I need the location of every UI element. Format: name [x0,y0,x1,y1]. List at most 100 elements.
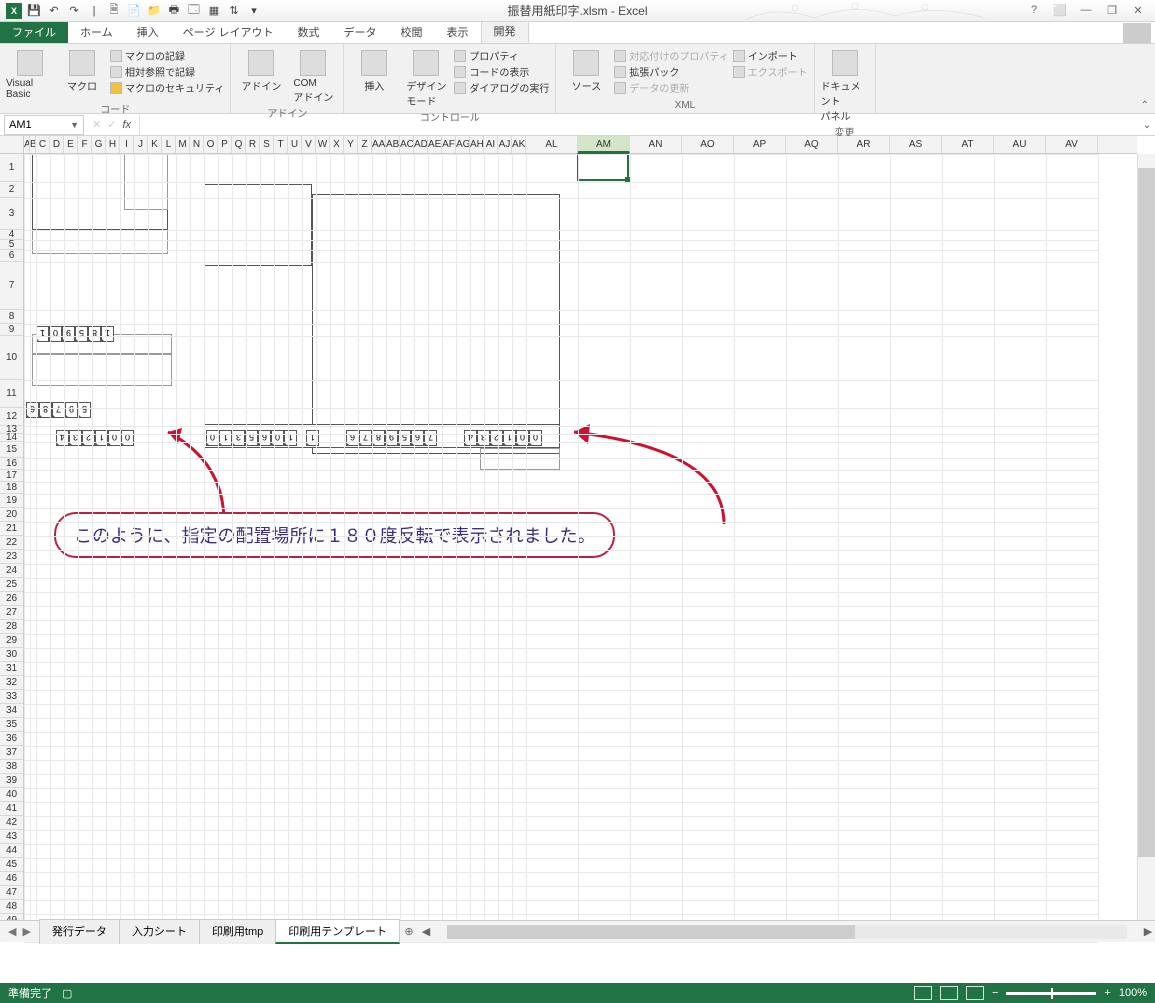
col-header[interactable]: AC [400,136,414,153]
row-header[interactable]: 15 [0,442,23,458]
col-header[interactable]: AD [414,136,428,153]
row-header[interactable]: 38 [0,760,23,774]
col-header[interactable]: N [190,136,204,153]
map-properties-button[interactable]: 対応付けのプロパティ [614,48,728,63]
row-header[interactable]: 2 [0,182,23,198]
col-header[interactable]: Q [232,136,246,153]
user-avatar[interactable] [1123,23,1151,43]
tab-data[interactable]: データ [332,21,389,43]
row-header[interactable]: 41 [0,802,23,816]
zoom-in-button[interactable]: + [1104,987,1110,999]
export-button[interactable]: エクスポート [733,64,808,79]
expand-formula-icon[interactable]: ⌄ [1139,118,1155,131]
col-header[interactable]: AN [630,136,682,153]
visual-basic-button[interactable]: Visual Basic [6,46,54,100]
row-header[interactable]: 42 [0,816,23,830]
row-header[interactable]: 16 [0,458,23,470]
insert-control-button[interactable]: 挿入 [350,46,398,93]
row-header[interactable]: 45 [0,858,23,872]
row-header[interactable]: 10 [0,336,23,380]
macros-button[interactable]: マクロ [58,46,106,93]
active-cell[interactable] [577,153,629,181]
new-icon[interactable]: 🗎 [106,3,122,19]
col-header[interactable]: AL [526,136,578,153]
col-header[interactable]: E [64,136,78,153]
row-header[interactable]: 44 [0,844,23,858]
col-header[interactable]: K [148,136,162,153]
chevron-down-icon[interactable]: ▼ [70,120,79,130]
row-header[interactable]: 40 [0,788,23,802]
row-header[interactable]: 37 [0,746,23,760]
col-header[interactable]: AF [442,136,456,153]
row-header[interactable]: 30 [0,648,23,662]
page-break-view-button[interactable] [966,986,984,1000]
refresh-data-button[interactable]: データの更新 [614,80,728,95]
sheet-tab[interactable]: 印刷用テンプレート [275,919,400,944]
col-header[interactable]: AR [838,136,890,153]
col-header[interactable]: C [36,136,50,153]
select-all-corner[interactable] [0,136,24,154]
col-header[interactable]: AQ [786,136,838,153]
row-header[interactable]: 39 [0,774,23,788]
properties-button[interactable]: プロパティ [454,48,549,63]
preview-icon[interactable]: 🗔 [186,3,202,19]
row-header[interactable]: 23 [0,550,23,564]
row-header[interactable]: 34 [0,704,23,718]
macro-record-icon[interactable]: ▢ [62,987,72,1000]
normal-view-button[interactable] [914,986,932,1000]
close-icon[interactable]: ✕ [1129,4,1147,17]
horizontal-scrollbar[interactable]: ◀▶ [419,925,1155,939]
col-header[interactable]: AM [578,136,630,153]
sheet-nav[interactable]: ◀▶ [0,925,39,938]
page-layout-view-button[interactable] [940,986,958,1000]
vertical-scrollbar[interactable] [1137,154,1155,920]
col-header[interactable]: P [218,136,232,153]
col-header[interactable]: J [134,136,148,153]
row-header[interactable]: 1 [0,154,23,182]
col-header[interactable]: AH [470,136,484,153]
zoom-level[interactable]: 100% [1119,987,1147,999]
run-dialog-button[interactable]: ダイアログの実行 [454,80,549,95]
col-header[interactable]: H [106,136,120,153]
redo-icon[interactable]: ↷ [66,3,82,19]
maximize-icon[interactable]: ❐ [1103,4,1121,17]
folder-icon[interactable]: 📁 [146,3,162,19]
row-header[interactable]: 9 [0,324,23,336]
cancel-formula-icon[interactable]: ✕ [92,118,101,131]
col-header[interactable]: AS [890,136,942,153]
tab-developer[interactable]: 開発 [481,19,529,43]
tab-review[interactable]: 校閲 [389,21,435,43]
zoom-slider[interactable] [1006,992,1096,995]
col-header[interactable]: L [162,136,176,153]
relative-ref-button[interactable]: 相対参照で記録 [110,64,224,79]
source-button[interactable]: ソース [562,46,610,93]
tab-formulas[interactable]: 数式 [286,21,332,43]
add-sheet-button[interactable]: ⊕ [399,925,419,938]
col-header[interactable]: AU [994,136,1046,153]
tab-view[interactable]: 表示 [435,21,481,43]
row-header[interactable]: 20 [0,508,23,522]
tab-home[interactable]: ホーム [68,21,125,43]
sheet-tab[interactable]: 入力シート [119,919,200,944]
col-header[interactable]: AK [512,136,526,153]
row-header[interactable]: 7 [0,262,23,310]
row-header[interactable]: 36 [0,732,23,746]
name-box[interactable]: AM1 ▼ [4,115,84,135]
col-header[interactable]: AJ [498,136,512,153]
print-icon[interactable]: 🖶 [166,3,182,19]
row-header[interactable]: 5 [0,240,23,250]
expansion-pack-button[interactable]: 拡張パック [614,64,728,79]
col-header[interactable]: AG [456,136,470,153]
col-header[interactable]: Z [358,136,372,153]
tab-file[interactable]: ファイル [0,21,68,43]
row-header[interactable]: 17 [0,470,23,482]
row-header[interactable]: 25 [0,578,23,592]
col-header[interactable]: O [204,136,218,153]
col-header[interactable]: R [246,136,260,153]
col-header[interactable]: AE [428,136,442,153]
row-header[interactable]: 35 [0,718,23,732]
undo-icon[interactable]: ↶ [46,3,62,19]
row-header[interactable]: 48 [0,900,23,914]
macro-security-button[interactable]: マクロのセキュリティ [110,80,224,95]
row-header[interactable]: 14 [0,434,23,442]
